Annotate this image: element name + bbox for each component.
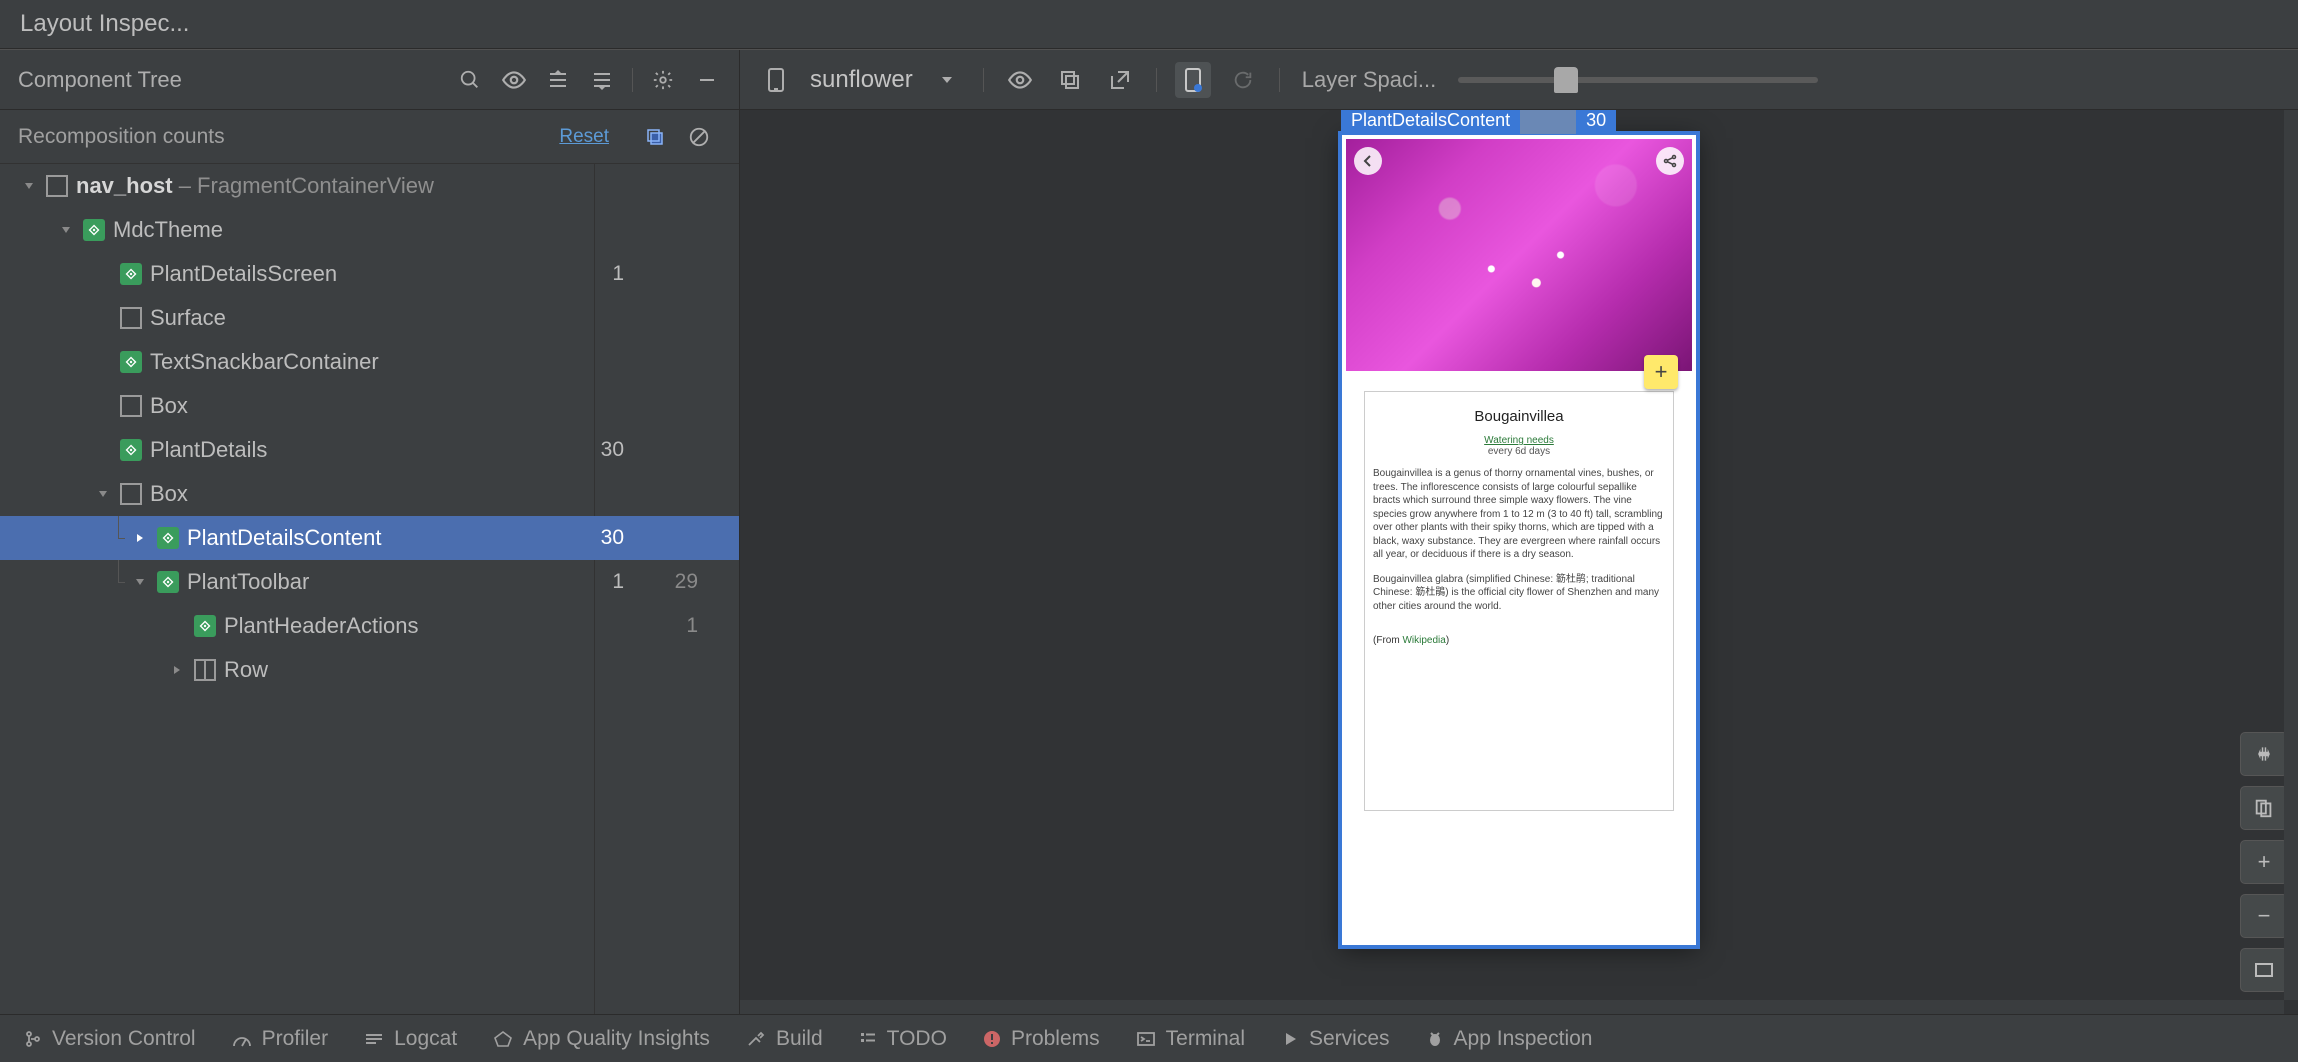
snapshot-icon[interactable] <box>1052 62 1088 98</box>
selection-label: PlantDetailsContent 30 <box>1341 110 1616 134</box>
tree-row-plantdetailscontent[interactable]: ⟐PlantDetailsContent30 <box>0 516 739 560</box>
layer-spacing-slider[interactable] <box>1458 77 1818 83</box>
plant-title: Bougainvillea <box>1373 408 1665 425</box>
compose-node-icon: ⟐ <box>83 219 105 241</box>
tree-row-mdctheme[interactable]: ⟐MdcTheme <box>0 208 739 252</box>
panel-title: Component Tree <box>18 67 448 93</box>
add-fab[interactable]: + <box>1644 355 1678 389</box>
status-bar: Version Control Profiler Logcat App Qual… <box>0 1014 2298 1062</box>
minimize-icon[interactable] <box>689 62 725 98</box>
live-updates-icon[interactable] <box>1175 62 1211 98</box>
recomposition-counts-label: Recomposition counts <box>18 125 559 149</box>
component-tree-panel: Component Tree <box>0 50 740 1014</box>
status-problems[interactable]: Problems <box>983 1027 1100 1051</box>
tree-row-nav_host[interactable]: nav_host – FragmentContainerView <box>0 164 739 208</box>
layout-node-icon <box>120 483 142 505</box>
chevron-right-icon[interactable] <box>168 664 186 676</box>
compose-node-icon: ⟐ <box>157 527 179 549</box>
preview-panel: sunflower <box>740 50 2298 1014</box>
wikipedia-link[interactable]: Wikipedia <box>1402 635 1445 646</box>
recomposition-count: 30 <box>584 438 624 462</box>
separator <box>983 68 984 92</box>
copy-icon[interactable] <box>637 119 673 155</box>
chevron-down-icon[interactable] <box>57 224 75 236</box>
zoom-in-icon[interactable]: + <box>2240 840 2288 884</box>
vertical-scrollbar[interactable] <box>2284 110 2298 1000</box>
gear-icon[interactable] <box>645 62 681 98</box>
chevron-down-icon[interactable] <box>94 488 112 500</box>
recomposition-count: 1 <box>584 262 624 286</box>
status-todo[interactable]: TODO <box>859 1027 947 1051</box>
pan-icon[interactable] <box>2240 732 2288 776</box>
compose-node-icon: ⟐ <box>120 351 142 373</box>
export-icon[interactable] <box>1102 62 1138 98</box>
fit-screen-icon[interactable] <box>2240 948 2288 992</box>
status-version-control[interactable]: Version Control <box>24 1027 196 1051</box>
separator <box>1279 68 1280 92</box>
view-visibility-icon[interactable] <box>1002 62 1038 98</box>
tool-window-title: Layout Inspec... <box>0 0 2298 49</box>
tree-row-plantdetailsscreen[interactable]: ⟐PlantDetailsScreen1 <box>0 252 739 296</box>
layout-node-icon <box>120 395 142 417</box>
compose-node-icon: ⟐ <box>120 439 142 461</box>
plant-image <box>1346 139 1692 371</box>
recomposition-count: 30 <box>584 526 624 550</box>
device-name-label[interactable]: sunflower <box>810 66 913 94</box>
watering-needs-label: Watering needs <box>1373 435 1665 446</box>
chevron-down-icon[interactable] <box>131 576 149 588</box>
tree-row-plantdetails[interactable]: ⟐PlantDetails30 <box>0 428 739 472</box>
tree-row-surface[interactable]: Surface <box>0 296 739 340</box>
layer-spacing-label: Layer Spaci... <box>1302 67 1437 93</box>
tree-row-box[interactable]: Box <box>0 472 739 516</box>
chevron-right-icon[interactable] <box>131 532 149 544</box>
visibility-icon[interactable] <box>496 62 532 98</box>
recomposition-count: 1 <box>584 570 624 594</box>
compose-node-icon: ⟐ <box>194 615 216 637</box>
layout-node-icon <box>46 175 68 197</box>
skip-count: 1 <box>658 614 698 638</box>
zoom-out-icon[interactable]: − <box>2240 894 2288 938</box>
compose-node-icon: ⟐ <box>157 571 179 593</box>
separator <box>1156 68 1157 92</box>
skip-count: 29 <box>658 570 698 594</box>
collapse-all-icon[interactable] <box>584 62 620 98</box>
status-build[interactable]: Build <box>746 1027 823 1051</box>
horizontal-scrollbar[interactable] <box>740 1000 2284 1014</box>
tree-row-plantheaderactions[interactable]: ⟐PlantHeaderActions1 <box>0 604 739 648</box>
reset-link[interactable]: Reset <box>559 126 609 148</box>
status-services[interactable]: Services <box>1281 1027 1390 1051</box>
component-tree[interactable]: nav_host – FragmentContainerView⟐MdcThem… <box>0 164 739 1014</box>
expand-all-icon[interactable] <box>540 62 576 98</box>
status-terminal[interactable]: Terminal <box>1136 1027 1245 1051</box>
search-icon[interactable] <box>452 62 488 98</box>
status-app-quality[interactable]: App Quality Insights <box>493 1027 710 1051</box>
tree-row-row[interactable]: Row <box>0 648 739 692</box>
share-icon[interactable] <box>1656 147 1684 175</box>
tree-row-box[interactable]: Box <box>0 384 739 428</box>
back-icon[interactable] <box>1354 147 1382 175</box>
tree-row-textsnackbarcontainer[interactable]: ⟐TextSnackbarContainer <box>0 340 739 384</box>
separator <box>632 68 633 92</box>
layout-preview-canvas[interactable]: PlantDetailsContent 30 <box>740 110 2298 1014</box>
slider-thumb[interactable] <box>1554 67 1578 93</box>
device-icon[interactable] <box>758 62 794 98</box>
layers-icon[interactable] <box>2240 786 2288 830</box>
tree-row-planttoolbar[interactable]: ⟐PlantToolbar129 <box>0 560 739 604</box>
layout-node-icon <box>120 307 142 329</box>
compose-node-icon: ⟐ <box>120 263 142 285</box>
status-logcat[interactable]: Logcat <box>364 1027 457 1051</box>
watering-frequency: every 6d days <box>1373 446 1665 457</box>
plant-description-1: Bougainvillea is a genus of thorny ornam… <box>1373 467 1665 562</box>
status-profiler[interactable]: Profiler <box>232 1027 329 1051</box>
plant-detail-card: Bougainvillea Watering needs every 6d da… <box>1364 391 1674 811</box>
refresh-icon <box>1225 62 1261 98</box>
plant-description-2: Bougainvillea glabra (simplified Chinese… <box>1373 573 1665 614</box>
device-dropdown-chevron-icon[interactable] <box>929 62 965 98</box>
block-icon[interactable] <box>681 119 717 155</box>
row-node-icon <box>194 659 216 681</box>
source-attribution: (From Wikipedia) <box>1373 635 1665 646</box>
status-app-inspection[interactable]: App Inspection <box>1426 1027 1593 1051</box>
chevron-down-icon[interactable] <box>20 180 38 192</box>
